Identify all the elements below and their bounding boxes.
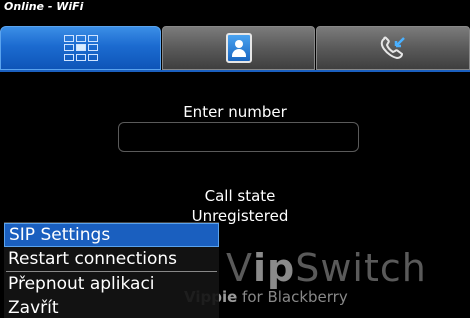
- connection-status: Online - WiFi: [4, 0, 84, 13]
- vipswitch-logo: VipSwitch: [226, 246, 427, 290]
- tab-contacts[interactable]: [162, 26, 315, 70]
- context-menu: SIP Settings Restart connections Přepnou…: [4, 222, 219, 318]
- menu-item-switch-application[interactable]: Přepnout aplikaci: [4, 272, 219, 296]
- enter-number-label: Enter number: [183, 103, 287, 121]
- menu-item-close[interactable]: Zavřít: [4, 296, 219, 318]
- status-bar: Online - WiFi: [0, 0, 470, 24]
- number-input[interactable]: [118, 122, 359, 152]
- dialpad-icon: [63, 35, 98, 61]
- tab-underline: [0, 70, 470, 72]
- call-log-icon: [380, 36, 405, 60]
- tab-dialpad[interactable]: [0, 26, 161, 70]
- contacts-icon: [225, 33, 252, 63]
- menu-item-restart-connections[interactable]: Restart connections: [4, 247, 219, 271]
- call-state-title: Call state: [204, 187, 276, 205]
- menu-item-sip-settings[interactable]: SIP Settings: [4, 223, 219, 247]
- tab-bar: [0, 26, 470, 70]
- tab-call-log[interactable]: [316, 26, 470, 70]
